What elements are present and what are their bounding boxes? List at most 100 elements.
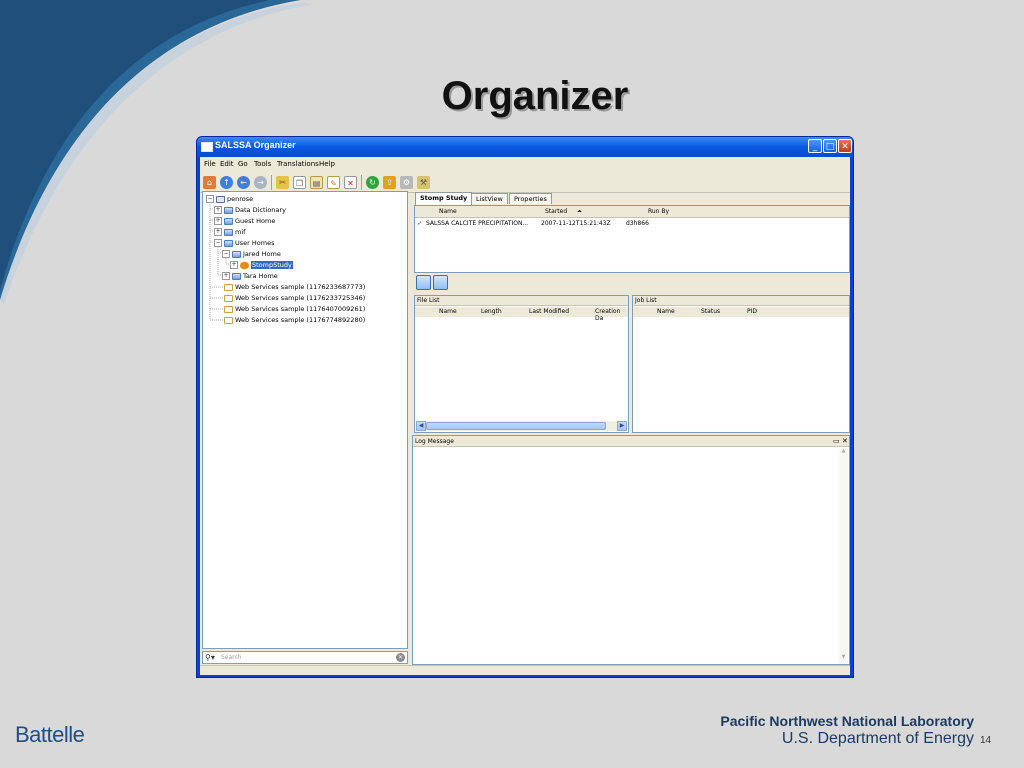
tab-properties[interactable]: Properties	[509, 193, 552, 204]
document-icon	[224, 316, 233, 324]
expand-icon[interactable]: +	[214, 217, 222, 225]
salssa-organizer-window: SALSSA Organizer _ □ ✕ File Edit Go Tool…	[196, 136, 854, 678]
window-title: SALSSA Organizer	[215, 140, 296, 150]
document-icon	[224, 283, 233, 291]
scroll-up-icon[interactable]: ▲	[839, 448, 848, 457]
job-col-pid[interactable]: PID	[747, 308, 757, 315]
rocket-icon: ➶	[417, 220, 423, 227]
maximize-button[interactable]: □	[823, 139, 837, 153]
minimize-button[interactable]: _	[808, 139, 822, 153]
study-grid: Name Started ⏶ Run By ➶ SALSSA CALCITE P…	[414, 205, 850, 273]
wrench-icon[interactable]: ⚒	[417, 176, 430, 189]
tool-icon[interactable]: ⚙	[400, 176, 413, 189]
tree-node-root[interactable]: − penrose	[206, 195, 253, 204]
study-icon	[240, 261, 249, 269]
study-row-started: 2007-11-12T15:21:43Z	[541, 220, 611, 227]
tree-node-tara-home[interactable]: + Tara Home	[222, 272, 278, 281]
folder-icon	[224, 206, 233, 214]
file-col-last-modified[interactable]: Last Modified	[529, 308, 569, 315]
grid-header	[415, 206, 849, 218]
scroll-left-icon[interactable]: ◀	[416, 421, 426, 431]
close-button[interactable]: ✕	[838, 139, 852, 153]
window-app-icon	[201, 142, 213, 152]
menu-tools[interactable]: Tools	[254, 160, 271, 168]
home-icon[interactable]: ⌂	[203, 176, 216, 189]
file-col-length[interactable]: Length	[481, 308, 502, 315]
add-files-icon[interactable]	[416, 275, 431, 290]
search-box[interactable]: ⚲▾ Search ✕	[202, 651, 408, 664]
menu-go[interactable]: Go	[238, 160, 248, 168]
scroll-down-icon[interactable]: ▼	[839, 654, 848, 663]
tree-node-web-services-2[interactable]: Web Services sample (1176233725346)	[224, 294, 365, 303]
tree-node-mif[interactable]: + mif	[214, 228, 245, 237]
tree-node-web-services-3[interactable]: Web Services sample (1176407009261)	[224, 305, 365, 314]
toolbar-separator	[271, 175, 272, 190]
sort-ascending-icon: ⏶	[577, 208, 582, 215]
study-row-name[interactable]: SALSSA CALCITE PRECIPITATION...	[426, 220, 528, 227]
search-placeholder: Search	[221, 654, 242, 661]
tree-node-jared-home[interactable]: − Jared Home	[222, 250, 281, 259]
folder-icon	[224, 228, 233, 236]
restore-panel-icon[interactable]: ▭	[833, 436, 840, 447]
job-list-title: Job List	[633, 296, 849, 306]
page-number: 14	[980, 735, 992, 746]
collapse-icon[interactable]: −	[214, 239, 222, 247]
toolbar-separator	[361, 175, 362, 190]
tree-view: − penrose + Data Dictionary + Guest Home + m…	[202, 191, 408, 649]
scroll-thumb[interactable]	[426, 422, 606, 430]
file-list-panel: File List Name Length Last Modified Crea…	[414, 295, 629, 433]
expand-icon[interactable]: +	[230, 261, 238, 269]
menu-translations[interactable]: Translations	[277, 160, 319, 168]
expand-icon[interactable]: +	[214, 228, 222, 236]
cut-icon[interactable]: ✂	[276, 176, 289, 189]
paste-icon[interactable]: ▤	[310, 176, 323, 189]
menu-help[interactable]: Help	[319, 160, 335, 168]
tree-node-web-services-4[interactable]: Web Services sample (1176774892280)	[224, 316, 365, 325]
close-panel-icon[interactable]: ✕	[842, 436, 848, 447]
slide-title: Organizer	[441, 74, 629, 118]
job-col-status[interactable]: Status	[701, 308, 720, 315]
tree-node-guest-home[interactable]: + Guest Home	[214, 217, 275, 226]
edit-icon[interactable]: ✎	[327, 176, 340, 189]
tree-node-web-services-1[interactable]: Web Services sample (1176233687773)	[224, 283, 365, 292]
expand-icon[interactable]: +	[222, 272, 230, 280]
scroll-right-icon[interactable]: ▶	[617, 421, 627, 431]
tab-stomp-study[interactable]: Stomp Study	[415, 192, 473, 205]
delete-icon[interactable]: ✕	[344, 176, 357, 189]
column-header-started[interactable]: Started	[545, 208, 567, 215]
file-col-creation-date[interactable]: Creation Da	[595, 308, 628, 322]
menu-edit[interactable]: Edit	[220, 160, 234, 168]
forward-icon[interactable]: →	[254, 176, 267, 189]
folder-icon	[224, 217, 233, 225]
file-list-title: File List	[415, 296, 628, 306]
tree-node-user-homes[interactable]: − User Homes	[214, 239, 274, 248]
log-vertical-scrollbar[interactable]: ▲ ▼	[839, 448, 848, 663]
lab-name: Pacific Northwest National Laboratory	[720, 713, 974, 729]
tab-listview[interactable]: ListView	[471, 193, 508, 204]
collapse-icon[interactable]: −	[222, 250, 230, 258]
refresh-icon[interactable]: ↻	[366, 176, 379, 189]
tree-node-stompstudy[interactable]: + StompStudy	[230, 261, 293, 270]
window-titlebar[interactable]: SALSSA Organizer _ □ ✕	[197, 137, 853, 157]
tree-node-data-dictionary[interactable]: + Data Dictionary	[214, 206, 286, 215]
column-header-run-by[interactable]: Run By	[648, 208, 669, 215]
column-header-name[interactable]: Name	[439, 208, 457, 215]
tab-bar: Stomp Study ListView Properties	[412, 192, 850, 205]
file-col-name[interactable]: Name	[439, 308, 457, 315]
folder-icon	[224, 239, 233, 247]
search-icon: ⚲▾	[205, 653, 215, 662]
study-row-run-by: d3h866	[626, 220, 649, 227]
back-icon[interactable]: ←	[237, 176, 250, 189]
workflow-icon[interactable]	[433, 275, 448, 290]
up-icon[interactable]: ↑	[220, 176, 233, 189]
job-col-name[interactable]: Name	[657, 308, 675, 315]
collapse-icon[interactable]: −	[206, 195, 214, 203]
clear-search-icon[interactable]: ✕	[396, 653, 405, 662]
copy-icon[interactable]: ❐	[293, 176, 306, 189]
panel-button-row	[414, 273, 850, 293]
file-list-horizontal-scrollbar[interactable]: ◀ ▶	[416, 421, 627, 431]
menu-file[interactable]: File	[204, 160, 216, 168]
expand-icon[interactable]: +	[214, 206, 222, 214]
upload-icon[interactable]: ⇧	[383, 176, 396, 189]
menu-bar: File Edit Go Tools Translations Help	[200, 157, 850, 171]
